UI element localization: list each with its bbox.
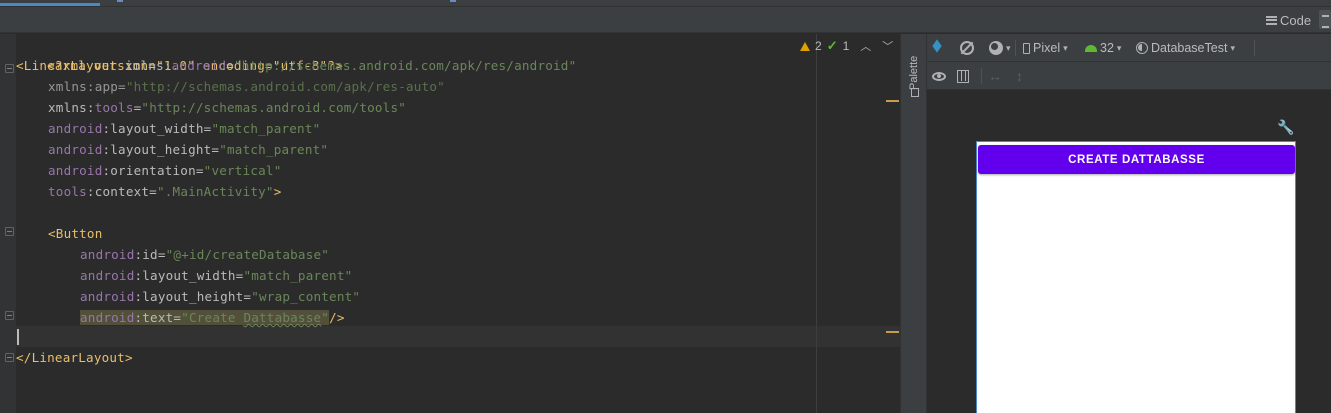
- design-canvas[interactable]: 🔧 CREATE DATTABASSE: [927, 90, 1331, 413]
- wrench-icon[interactable]: 🔧: [1277, 120, 1294, 136]
- code-line[interactable]: <LinearLayout xmlns:android="http://sche…: [16, 55, 576, 76]
- phone-icon: [1023, 42, 1030, 54]
- text-caret: [17, 329, 19, 345]
- fold-toggle[interactable]: [5, 64, 14, 73]
- horizontal-arrows-icon: ↔: [988, 68, 1002, 84]
- fold-toggle[interactable]: [5, 353, 14, 362]
- code-line[interactable]: </LinearLayout>: [16, 347, 133, 368]
- code-line[interactable]: android:layout_height="wrap_content": [80, 286, 360, 307]
- theme-circle-icon: [1136, 42, 1148, 54]
- layers-icon: [931, 41, 945, 55]
- warning-count: 2: [815, 39, 822, 53]
- preview-create-database-button[interactable]: CREATE DATTABASSE: [978, 145, 1295, 174]
- resize-height-button[interactable]: ↕: [1016, 67, 1023, 85]
- design-toolbar-secondary: ↔ ↕: [927, 62, 1331, 90]
- warning-stripe-marker[interactable]: [886, 100, 899, 102]
- code-line[interactable]: android:layout_width="match_parent": [80, 265, 352, 286]
- view-options-button[interactable]: [932, 67, 946, 85]
- code-line[interactable]: android:layout_height="match_parent": [48, 139, 328, 160]
- xml-editor[interactable]: <?xml version="1.0" encoding="utf-8"?> <…: [0, 34, 900, 413]
- palette-icon: [911, 88, 919, 97]
- theme-icon: [989, 41, 1003, 55]
- device-label: Pixel: [1033, 41, 1061, 55]
- code-line[interactable]: xmlns:tools="http://schemas.android.com/…: [48, 97, 406, 118]
- fold-toggle[interactable]: [5, 227, 14, 236]
- orientation-button[interactable]: [960, 39, 974, 57]
- code-view-label: Code: [1280, 12, 1312, 28]
- editor-tab-strip: [0, 0, 1331, 7]
- tab-marker: [450, 0, 456, 2]
- code-line[interactable]: android:id="@+id/createDatabase": [80, 244, 329, 265]
- theme-selector[interactable]: DatabaseTest ▾: [1136, 39, 1235, 57]
- split-view-icon[interactable]: [1319, 10, 1331, 29]
- chevron-down-icon: ▾: [1230, 42, 1235, 53]
- check-icon: ✓: [826, 38, 838, 53]
- warning-icon: [800, 41, 810, 51]
- code-line[interactable]: xmlns:app="http://schemas.android.com/ap…: [48, 76, 445, 97]
- code-view-button[interactable]: Code: [1266, 11, 1311, 29]
- tab-marker: [117, 0, 123, 2]
- api-level-selector[interactable]: 32 ▾: [1085, 39, 1121, 57]
- code-lines-icon: [1266, 15, 1277, 25]
- theme-label: DatabaseTest: [1151, 41, 1228, 55]
- code-line[interactable]: android:orientation="vertical": [48, 160, 281, 181]
- toolbar-separator: [981, 68, 982, 84]
- columns-icon: [957, 69, 969, 83]
- chevron-down-icon: ▾: [1116, 42, 1122, 53]
- design-panel: ▾ Pixel ▾ 32 ▾ DatabaseTest ▾ ↔ ↕ 🔧 CREA…: [927, 34, 1331, 413]
- eye-icon: [932, 71, 946, 81]
- palette-label: Palette: [908, 55, 920, 90]
- fold-toggle[interactable]: [5, 311, 14, 320]
- active-tab-indicator: [0, 3, 100, 6]
- blueprint-toggle[interactable]: [957, 67, 969, 85]
- code-line[interactable]: android:layout_width="match_parent": [48, 118, 320, 139]
- current-line-highlight: [16, 326, 900, 347]
- android-icon: [1085, 44, 1097, 52]
- toolbar-separator: [1254, 40, 1255, 56]
- previous-issue-icon[interactable]: ︿: [860, 38, 871, 54]
- api-level-label: 32: [1100, 41, 1114, 55]
- chevron-down-icon: ▾: [1006, 42, 1011, 53]
- night-mode-button[interactable]: ▾: [989, 39, 1011, 57]
- right-margin-guide: [816, 34, 817, 413]
- code-line[interactable]: <Button: [48, 223, 102, 244]
- view-mode-bar: Code: [0, 7, 1331, 33]
- code-line[interactable]: <?xml version="1.0" encoding="utf-8"?>: [16, 34, 343, 73]
- design-toolbar-primary: ▾ Pixel ▾ 32 ▾ DatabaseTest ▾: [927, 34, 1331, 62]
- warning-stripe-marker[interactable]: [886, 331, 899, 333]
- palette-tool-strip: Palette: [900, 34, 927, 413]
- resize-width-button[interactable]: ↔: [988, 67, 1002, 85]
- toolbar-separator: [1015, 40, 1016, 56]
- design-surface-button[interactable]: [931, 39, 945, 57]
- check-count: 1: [842, 39, 850, 53]
- next-issue-icon[interactable]: ﹀: [882, 38, 893, 54]
- inspection-widget[interactable]: 2 ✓ 1 ︿ ﹀: [800, 38, 893, 54]
- device-selector[interactable]: Pixel ▾: [1023, 39, 1068, 57]
- rotate-icon: [960, 41, 974, 55]
- vertical-arrows-icon: ↕: [1016, 68, 1023, 84]
- code-line[interactable]: android:text="Create Dattabasse"/>: [80, 307, 345, 328]
- code-line[interactable]: tools:context=".MainActivity">: [48, 181, 282, 202]
- device-preview[interactable]: CREATE DATTABASSE: [976, 141, 1296, 413]
- chevron-down-icon: ▾: [1063, 42, 1068, 53]
